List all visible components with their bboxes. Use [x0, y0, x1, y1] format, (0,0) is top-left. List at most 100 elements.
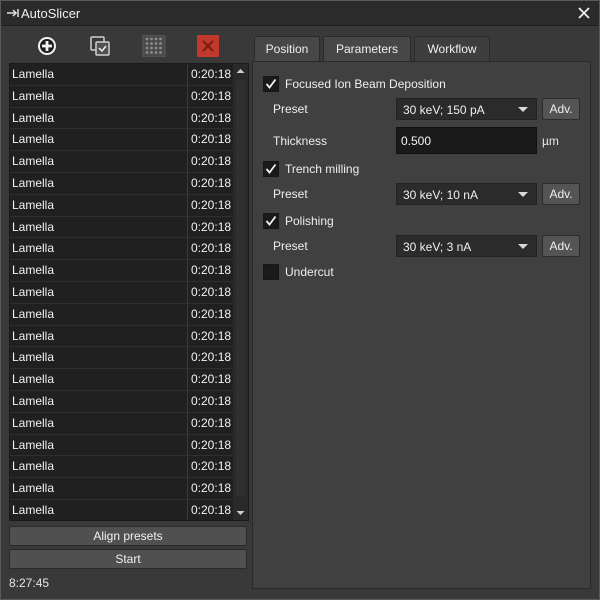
thickness-unit: µm [542, 134, 559, 148]
polishing-label: Polishing [285, 214, 334, 228]
app-icon [6, 6, 20, 20]
scroll-up-icon[interactable] [233, 64, 248, 78]
autoslicer-window: AutoSlicer Lamella 0:20:18 Lamella 0:20:… [0, 0, 600, 600]
list-item[interactable]: Lamella 0:20:18 [10, 456, 233, 479]
chevron-down-icon [518, 192, 528, 197]
scroll-down-icon[interactable] [233, 506, 248, 520]
thickness-input[interactable] [396, 127, 537, 154]
tab-parameters[interactable]: Parameters [323, 36, 411, 61]
polishing-preset-label: Preset [273, 239, 308, 253]
list-item[interactable]: Lamella 0:20:18 [10, 151, 233, 173]
lamella-list[interactable]: Lamella 0:20:18 Lamella 0:20:18 Lamella 0:2… [9, 63, 249, 521]
row-name: Lamella [12, 372, 55, 387]
column-divider [187, 281, 188, 303]
fib-preset-value: 30 keV; 150 pA [403, 103, 485, 117]
row-time: 0:20:18 [191, 306, 232, 321]
undercut-checkbox[interactable] [263, 264, 279, 280]
polishing-checkbox[interactable] [263, 213, 279, 229]
list-item[interactable]: Lamella 0:20:18 [10, 434, 233, 457]
start-button[interactable]: Start [9, 549, 247, 569]
trench-milling-checkbox[interactable] [263, 161, 279, 177]
align-presets-button[interactable]: Align presets [9, 526, 247, 546]
list-item[interactable]: Lamella 0:20:18 [10, 478, 233, 500]
row-time: 0:20:18 [191, 328, 232, 343]
list-item[interactable]: Lamella 0:20:18 [10, 369, 233, 391]
fib-preset-select[interactable]: 30 keV; 150 pA [396, 98, 537, 120]
column-divider [187, 216, 188, 238]
fib-preset-label: Preset [273, 102, 308, 116]
row-name: Lamella [12, 197, 55, 212]
row-name: Lamella [12, 328, 55, 343]
row-name: Lamella [12, 263, 55, 278]
row-name: Lamella [12, 481, 55, 496]
row-time: 0:20:18 [191, 197, 232, 212]
fib-deposition-checkbox[interactable] [263, 76, 279, 92]
list-item[interactable]: Lamella 0:20:18 [10, 325, 233, 348]
grid-icon[interactable] [142, 34, 166, 58]
list-item[interactable]: Lamella 0:20:18 [10, 281, 233, 304]
add-icon[interactable] [35, 35, 59, 57]
chevron-down-icon [518, 107, 528, 112]
row-time: 0:20:18 [191, 372, 232, 387]
tab-position[interactable]: Position [254, 36, 320, 61]
row-name: Lamella [12, 350, 55, 365]
list-item[interactable]: Lamella 0:20:18 [10, 412, 233, 435]
row-name: Lamella [12, 393, 55, 408]
close-icon[interactable] [575, 4, 593, 22]
fib-deposition-label: Focused Ion Beam Deposition [285, 77, 446, 91]
window-title: AutoSlicer [21, 6, 81, 21]
row-time: 0:20:18 [191, 415, 232, 430]
trench-preset-select[interactable]: 30 keV; 10 nA [396, 183, 537, 205]
column-divider [187, 434, 188, 456]
column-divider [187, 238, 188, 260]
column-divider [187, 260, 188, 281]
polishing-preset-select[interactable]: 30 keV; 3 nA [396, 235, 537, 257]
row-time: 0:20:18 [191, 459, 232, 474]
row-time: 0:20:18 [191, 219, 232, 234]
trench-preset-value: 30 keV; 10 nA [403, 188, 478, 202]
list-item[interactable]: Lamella 0:20:18 [10, 216, 233, 239]
column-divider [187, 85, 188, 107]
tab-workflow[interactable]: Workflow [414, 36, 490, 62]
delete-icon[interactable] [196, 35, 220, 57]
row-name: Lamella [12, 459, 55, 474]
row-time: 0:20:18 [191, 110, 232, 125]
row-time: 0:20:18 [191, 284, 232, 299]
list-item[interactable]: Lamella 0:20:18 [10, 172, 233, 195]
column-divider [187, 194, 188, 216]
polishing-adv-button[interactable]: Adv. [542, 235, 580, 257]
list-item[interactable]: Lamella 0:20:18 [10, 85, 233, 108]
list-item[interactable]: Lamella 0:20:18 [10, 238, 233, 261]
list-item[interactable]: Lamella 0:20:18 [10, 107, 233, 130]
trench-preset-label: Preset [273, 187, 308, 201]
list-item[interactable]: Lamella 0:20:18 [10, 303, 233, 326]
list-item[interactable]: Lamella 0:20:18 [10, 260, 233, 282]
polishing-preset-value: 30 keV; 3 nA [403, 240, 472, 254]
list-item[interactable]: Lamella 0:20:18 [10, 347, 233, 370]
list-item[interactable]: Lamella 0:20:18 [10, 390, 233, 413]
row-time: 0:20:18 [191, 350, 232, 365]
list-item[interactable]: Lamella 0:20:18 [10, 194, 233, 217]
list-scrollbar[interactable] [233, 64, 248, 520]
fib-adv-button[interactable]: Adv. [542, 98, 580, 120]
trench-adv-button[interactable]: Adv. [542, 183, 580, 205]
row-name: Lamella [12, 67, 55, 81]
column-divider [187, 107, 188, 129]
row-time: 0:20:18 [191, 263, 232, 278]
row-time: 0:20:18 [191, 154, 232, 169]
scrollbar-thumb[interactable] [236, 80, 245, 496]
row-time: 0:20:18 [191, 393, 232, 408]
trench-milling-label: Trench milling [285, 162, 360, 176]
title-bar[interactable]: AutoSlicer [1, 1, 599, 26]
column-divider [187, 129, 188, 151]
list-item[interactable]: Lamella 0:20:18 [10, 499, 233, 520]
chevron-down-icon [518, 244, 528, 249]
row-name: Lamella [12, 110, 55, 125]
duplicate-icon[interactable] [88, 35, 112, 57]
column-divider [187, 347, 188, 369]
row-time: 0:20:18 [191, 175, 232, 190]
row-name: Lamella [12, 219, 55, 234]
row-time: 0:20:18 [191, 502, 232, 517]
list-item[interactable]: Lamella 0:20:18 [10, 129, 233, 152]
list-item[interactable]: Lamella 0:20:18 [10, 64, 233, 86]
